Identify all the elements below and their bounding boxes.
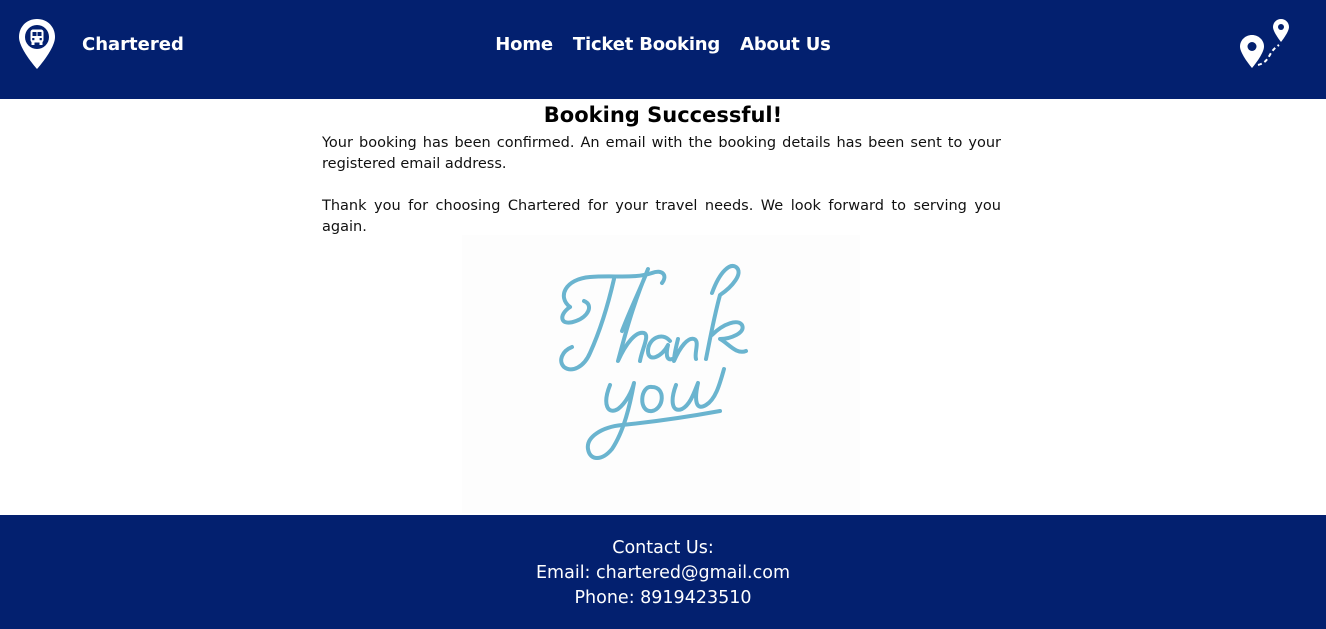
navbar: Chartered Home Ticket Booking About Us — [0, 0, 1326, 99]
nav-home-link[interactable]: Home — [495, 34, 553, 55]
confirmation-message: Your booking has been confirmed. An emai… — [322, 133, 1001, 238]
main-content: Booking Successful! Your booking has bee… — [0, 99, 1326, 515]
nav-about-us-link[interactable]: About Us — [740, 34, 831, 55]
contact-heading: Contact Us: — [612, 538, 714, 558]
nav-menu: Home Ticket Booking About Us — [0, 34, 1326, 55]
route-pins-icon — [1240, 19, 1289, 68]
thank-you-lettering — [559, 264, 748, 460]
footer: Contact Us: Email: chartered@gmail.com P… — [0, 515, 1326, 629]
confirmation-paragraph: Your booking has been confirmed. An emai… — [322, 135, 1001, 172]
thank-you-paragraph: Thank you for choosing Chartered for you… — [322, 198, 1001, 235]
contact-email[interactable]: Email: chartered@gmail.com — [0, 561, 1326, 586]
thank-you-image — [462, 235, 860, 513]
contact-phone[interactable]: Phone: 8919423510 — [0, 586, 1326, 611]
nav-ticket-booking-link[interactable]: Ticket Booking — [573, 34, 720, 55]
contact-info: Contact Us: Email: chartered@gmail.com P… — [0, 536, 1326, 611]
page-title: Booking Successful! — [543, 103, 783, 127]
